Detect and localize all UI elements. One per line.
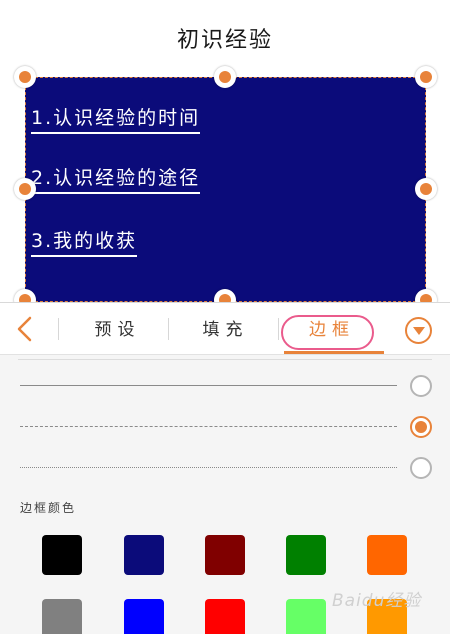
back-arrow-icon[interactable]: [12, 315, 40, 343]
tab-separator: [168, 318, 169, 340]
resize-handle-top-left[interactable]: [14, 66, 36, 88]
text-line-3: 3.我的收获: [31, 226, 138, 257]
color-swatch[interactable]: [42, 599, 82, 634]
color-swatch[interactable]: [286, 535, 326, 575]
color-swatch[interactable]: [205, 535, 245, 575]
selected-text-box[interactable]: 1.认识经验的时间 2.认识经验的途径 3.我的收获: [25, 77, 426, 302]
slide-title: 初识经验: [176, 28, 273, 53]
color-swatch[interactable]: [124, 535, 164, 575]
color-swatch[interactable]: [286, 599, 326, 634]
border-style-dashed[interactable]: [0, 410, 450, 444]
solid-line-sample: [20, 385, 397, 386]
radio-dotted[interactable]: [410, 457, 432, 479]
dashed-line-sample: [20, 426, 397, 427]
tab-preset[interactable]: 预设: [70, 317, 165, 343]
tab-separator: [278, 318, 279, 340]
color-swatch[interactable]: [367, 535, 407, 575]
tab-fill[interactable]: 填充: [178, 317, 273, 343]
tab-separator: [58, 318, 59, 340]
active-tab-underline: [284, 351, 384, 354]
color-swatch[interactable]: [42, 535, 82, 575]
tab-highlight-ring: [281, 315, 374, 350]
radio-dashed[interactable]: [410, 416, 432, 438]
color-swatch[interactable]: [205, 599, 245, 634]
format-panel: 预设 填充 边框 边框颜色: [0, 302, 450, 634]
border-style-dotted[interactable]: [0, 451, 450, 485]
radio-solid[interactable]: [410, 375, 432, 397]
border-style-solid[interactable]: [0, 369, 450, 403]
baidu-watermark: Baidu经验: [332, 591, 422, 611]
text-line-2: 2.认识经验的途径: [31, 163, 201, 194]
chevron-down-icon[interactable]: [405, 317, 432, 344]
color-swatch[interactable]: [124, 599, 164, 634]
resize-handle-middle-left[interactable]: [14, 178, 36, 200]
resize-handle-top-center[interactable]: [214, 66, 236, 88]
resize-handle-middle-right[interactable]: [415, 178, 437, 200]
text-line-1: 1.认识经验的时间: [31, 103, 201, 134]
resize-handle-top-right[interactable]: [415, 66, 437, 88]
border-color-label: 边框颜色: [20, 501, 77, 515]
dotted-line-sample: [20, 467, 397, 468]
panel-divider: [18, 355, 432, 360]
format-tab-bar: 预设 填充 边框: [0, 303, 450, 355]
